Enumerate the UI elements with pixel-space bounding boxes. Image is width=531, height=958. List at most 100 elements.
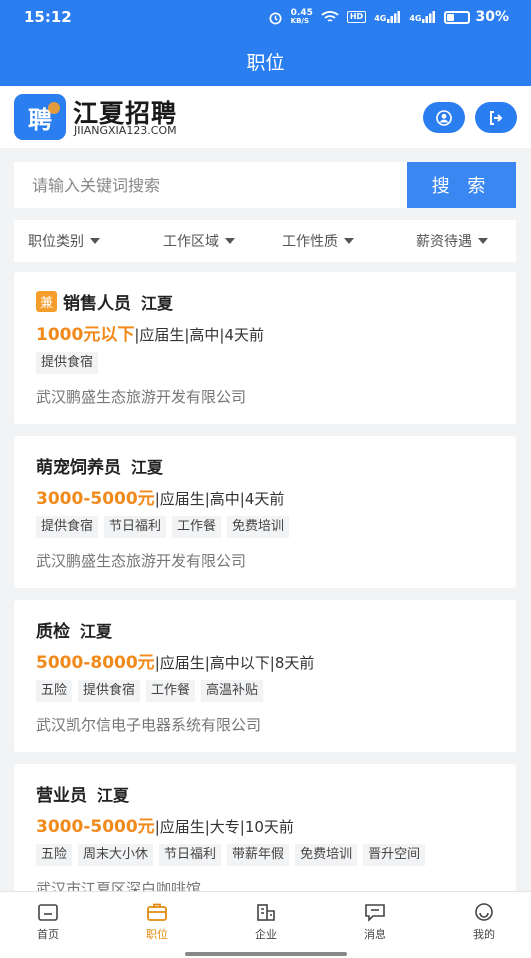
filter-area[interactable]: 工作区域 (163, 220, 235, 262)
part-time-badge: 兼 (36, 291, 57, 312)
job-tag: 节日福利 (104, 516, 167, 538)
nav-home[interactable]: 首页 (18, 902, 78, 942)
logout-button[interactable] (475, 102, 517, 133)
nav-companies[interactable]: 企业 (236, 902, 296, 942)
nav-label: 我的 (473, 928, 495, 941)
job-tag: 五险 (36, 844, 73, 866)
job-location: 江夏 (141, 293, 174, 313)
dropdown-arrow-icon (90, 238, 100, 244)
brand-domain: JIIANGXIA123.COM (74, 124, 177, 137)
job-salary: 3000-5000元 (36, 817, 155, 837)
job-requirements: |应届生|大专|10天前 (154, 818, 294, 836)
job-card[interactable]: 质检 江夏 5000-8000元|应届生|高中以下|8天前 五险 提供食宿 工作… (14, 600, 516, 752)
filter-type[interactable]: 工作性质 (282, 220, 354, 262)
job-title-row: 萌宠饲养员 江夏 (36, 453, 164, 479)
filter-bar: 职位类别 工作区域 工作性质 薪资待遇 (14, 220, 516, 262)
job-tag: 免费培训 (227, 516, 290, 538)
job-salary: 1000元以下 (36, 325, 135, 345)
filter-category[interactable]: 职位类别 (28, 220, 100, 262)
job-tag: 带薪年假 (227, 844, 290, 866)
job-card[interactable]: 兼 销售人员 江夏 1000元以下|应届生|高中|4天前 提供食宿 武汉鹏盛生态… (14, 272, 516, 424)
job-title-row: 营业员 江夏 (36, 781, 130, 807)
job-tag: 免费培训 (295, 844, 358, 866)
filter-label: 职位类别 (28, 234, 84, 250)
job-meta: 5000-8000元|应届生|高中以下|8天前 (36, 648, 314, 673)
company-name: 武汉凯尔信电子电器系统有限公司 (36, 716, 262, 734)
filter-salary[interactable]: 薪资待遇 (416, 220, 488, 262)
job-tags: 提供食宿 节日福利 工作餐 免费培训 (36, 516, 290, 538)
company-name: 武汉市江夏区深白咖啡馆 (36, 880, 202, 891)
status-time: 15:12 (24, 8, 72, 26)
brand-bar: 聘 江夏招聘 JIIANGXIA123.COM (0, 86, 531, 148)
filter-label: 工作区域 (163, 234, 219, 250)
nav-messages[interactable]: 消息 (345, 902, 405, 942)
user-icon (436, 109, 452, 126)
building-icon (257, 904, 275, 921)
page-title: 职位 (246, 52, 285, 74)
filter-label: 工作性质 (282, 234, 338, 250)
logo-icon: 聘 (14, 94, 66, 140)
signal-2: 4G (409, 11, 436, 23)
search-button[interactable]: 搜 索 (407, 162, 516, 208)
battery-icon (444, 10, 471, 24)
search-input[interactable] (14, 162, 407, 208)
job-title: 质检 (36, 622, 70, 642)
job-meta: 3000-5000元|应届生|大专|10天前 (36, 812, 294, 837)
dropdown-arrow-icon (225, 238, 235, 244)
job-card[interactable]: 营业员 江夏 3000-5000元|应届生|大专|10天前 五险 周末大小休 节… (14, 764, 516, 891)
job-requirements: |应届生|高中|4天前 (134, 326, 265, 344)
company-name: 武汉鹏盛生态旅游开发有限公司 (36, 388, 247, 406)
user-button[interactable] (423, 102, 465, 133)
hd-indicator: HD (346, 11, 367, 23)
job-tag: 工作餐 (146, 680, 196, 702)
briefcase-icon (147, 903, 167, 921)
filter-label: 薪资待遇 (416, 234, 472, 250)
job-salary: 3000-5000元 (36, 489, 155, 509)
job-tags: 提供食宿 (36, 352, 99, 374)
logout-icon (490, 110, 503, 125)
app-header: 15:12 0.45 KB/S HD 4G 4G 30% 职位 (0, 0, 531, 86)
job-title-row: 质检 江夏 (36, 617, 113, 643)
job-tag: 高温补贴 (201, 680, 264, 702)
job-tags: 五险 周末大小休 节日福利 带薪年假 免费培训 晋升空间 (36, 844, 426, 866)
job-meta: 1000元以下|应届生|高中|4天前 (36, 320, 264, 345)
job-requirements: |应届生|高中以下|8天前 (154, 654, 315, 672)
message-icon (365, 904, 385, 922)
home-indicator[interactable] (185, 952, 347, 956)
search-bar: 搜 索 (14, 162, 516, 208)
job-location: 江夏 (97, 785, 130, 805)
job-tag: 晋升空间 (363, 844, 426, 866)
job-tag: 周末大小休 (78, 844, 154, 866)
job-tag: 工作餐 (172, 516, 222, 538)
nav-label: 首页 (37, 928, 59, 941)
job-requirements: |应届生|高中|4天前 (154, 490, 285, 508)
job-title: 营业员 (36, 786, 87, 806)
wifi-icon (321, 11, 339, 22)
job-salary: 5000-8000元 (36, 653, 155, 673)
job-tag: 提供食宿 (36, 352, 99, 374)
dropdown-arrow-icon (344, 238, 354, 244)
battery-percent: 30% (475, 9, 509, 25)
job-meta: 3000-5000元|应届生|高中|4天前 (36, 484, 284, 509)
job-tag: 提供食宿 (36, 516, 99, 538)
profile-icon (475, 903, 493, 921)
job-location: 江夏 (80, 621, 113, 641)
home-icon (38, 904, 58, 921)
net-speed: 0.45 KB/S (290, 8, 313, 26)
signal-1: 4G (374, 11, 401, 23)
bottom-nav: 首页 职位 企业 消息 我的 (0, 891, 531, 958)
company-name: 武汉鹏盛生态旅游开发有限公司 (36, 552, 247, 570)
nav-profile[interactable]: 我的 (454, 902, 514, 942)
alarm-icon (269, 11, 282, 24)
job-card[interactable]: 萌宠饲养员 江夏 3000-5000元|应届生|高中|4天前 提供食宿 节日福利… (14, 436, 516, 588)
job-tag: 提供食宿 (78, 680, 141, 702)
nav-label: 消息 (364, 928, 386, 941)
job-tags: 五险 提供食宿 工作餐 高温补贴 (36, 680, 264, 702)
status-bar: 15:12 0.45 KB/S HD 4G 4G 30% (0, 0, 531, 34)
job-tag: 节日福利 (159, 844, 222, 866)
job-location: 江夏 (131, 457, 164, 477)
job-title: 销售人员 (63, 294, 131, 314)
job-title-row: 兼 销售人员 江夏 (36, 289, 173, 314)
job-tag: 五险 (36, 680, 73, 702)
nav-jobs[interactable]: 职位 (127, 902, 187, 942)
